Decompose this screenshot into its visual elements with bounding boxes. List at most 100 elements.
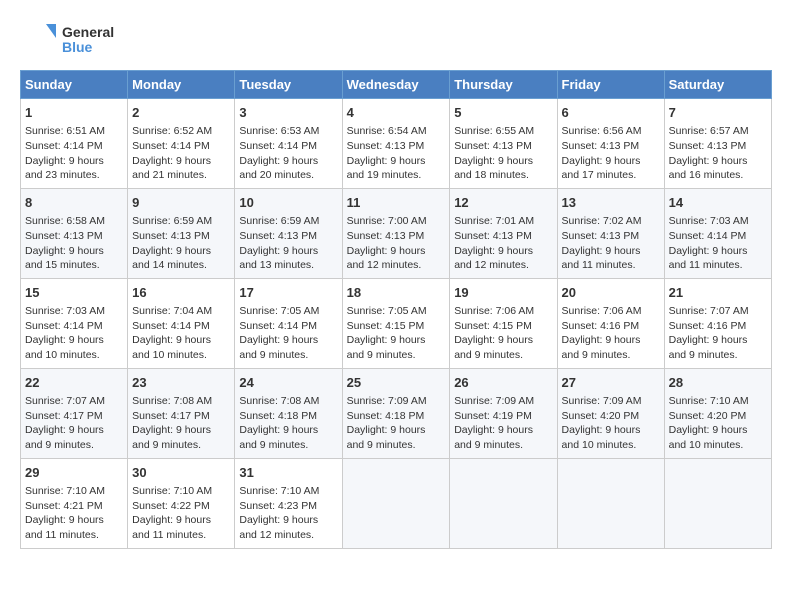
weekday-header-tuesday: Tuesday: [235, 71, 342, 99]
calendar-cell: 7 Sunrise: 6:57 AMSunset: 4:13 PMDaylight…: [664, 99, 771, 189]
logo-line1: General: [62, 25, 114, 40]
day-info: Sunrise: 7:10 AMSunset: 4:23 PMDaylight:…: [239, 484, 337, 543]
day-info: Sunrise: 6:59 AMSunset: 4:13 PMDaylight:…: [239, 214, 337, 273]
day-info: Sunrise: 7:00 AMSunset: 4:13 PMDaylight:…: [347, 214, 446, 273]
day-info: Sunrise: 6:57 AMSunset: 4:13 PMDaylight:…: [669, 124, 767, 183]
logo-container: General Blue: [20, 20, 114, 60]
calendar-week-4: 22 Sunrise: 7:07 AMSunset: 4:17 PMDayligh…: [21, 368, 772, 458]
day-info: Sunrise: 7:10 AMSunset: 4:21 PMDaylight:…: [25, 484, 123, 543]
day-number: 18: [347, 284, 446, 302]
day-info: Sunrise: 7:06 AMSunset: 4:15 PMDaylight:…: [454, 304, 552, 363]
day-info: Sunrise: 7:09 AMSunset: 4:19 PMDaylight:…: [454, 394, 552, 453]
calendar-cell: 9Sunrise: 6:59 AMSunset: 4:13 PMDaylight…: [128, 188, 235, 278]
calendar-cell: [664, 458, 771, 548]
day-number: 15: [25, 284, 123, 302]
day-info: Sunrise: 6:56 AMSunset: 4:13 PMDaylight:…: [562, 124, 660, 183]
calendar-cell: 2 Sunrise: 6:52 AMSunset: 4:14 PMDaylight…: [128, 99, 235, 189]
day-number: 5: [454, 104, 552, 122]
calendar-cell: 30 Sunrise: 7:10 AMSunset: 4:22 PMDayligh…: [128, 458, 235, 548]
calendar-week-5: 29 Sunrise: 7:10 AMSunset: 4:21 PMDayligh…: [21, 458, 772, 548]
day-number: 24: [239, 374, 337, 392]
calendar-cell: 24 Sunrise: 7:08 AMSunset: 4:18 PMDayligh…: [235, 368, 342, 458]
day-info: Sunrise: 7:05 AMSunset: 4:14 PMDaylight:…: [239, 304, 337, 363]
calendar-cell: 8Sunrise: 6:58 AMSunset: 4:13 PMDaylight…: [21, 188, 128, 278]
day-info: Sunrise: 6:52 AMSunset: 4:14 PMDaylight:…: [132, 124, 230, 183]
day-info: Sunrise: 7:08 AMSunset: 4:18 PMDaylight:…: [239, 394, 337, 453]
day-number: 20: [562, 284, 660, 302]
calendar-cell: 16 Sunrise: 7:04 AMSunset: 4:14 PMDayligh…: [128, 278, 235, 368]
calendar-header-row: SundayMondayTuesdayWednesdayThursdayFrid…: [21, 71, 772, 99]
calendar-cell: [557, 458, 664, 548]
logo-line2: Blue: [62, 40, 114, 55]
day-number: 3: [239, 104, 337, 122]
day-number: 10: [239, 194, 337, 212]
calendar-cell: 27Sunrise: 7:09 AMSunset: 4:20 PMDayligh…: [557, 368, 664, 458]
calendar-cell: 3 Sunrise: 6:53 AMSunset: 4:14 PMDaylight…: [235, 99, 342, 189]
day-info: Sunrise: 7:10 AMSunset: 4:22 PMDaylight:…: [132, 484, 230, 543]
day-number: 2: [132, 104, 230, 122]
calendar-cell: 12 Sunrise: 7:01 AMSunset: 4:13 PMDayligh…: [450, 188, 557, 278]
day-info: Sunrise: 7:04 AMSunset: 4:14 PMDaylight:…: [132, 304, 230, 363]
day-number: 21: [669, 284, 767, 302]
calendar-cell: 10 Sunrise: 6:59 AMSunset: 4:13 PMDayligh…: [235, 188, 342, 278]
day-info: Sunrise: 7:01 AMSunset: 4:13 PMDaylight:…: [454, 214, 552, 273]
weekday-header-sunday: Sunday: [21, 71, 128, 99]
day-number: 7: [669, 104, 767, 122]
logo-text: General Blue: [62, 25, 114, 56]
day-number: 1: [25, 104, 123, 122]
day-number: 25: [347, 374, 446, 392]
calendar-cell: 21Sunrise: 7:07 AMSunset: 4:16 PMDayligh…: [664, 278, 771, 368]
day-number: 19: [454, 284, 552, 302]
day-number: 22: [25, 374, 123, 392]
day-info: Sunrise: 7:10 AMSunset: 4:20 PMDaylight:…: [669, 394, 767, 453]
day-number: 28: [669, 374, 767, 392]
logo-graphic: [20, 20, 60, 60]
calendar-cell: 28 Sunrise: 7:10 AMSunset: 4:20 PMDayligh…: [664, 368, 771, 458]
calendar-cell: 1Sunrise: 6:51 AMSunset: 4:14 PMDaylight…: [21, 99, 128, 189]
day-number: 14: [669, 194, 767, 212]
day-info: Sunrise: 7:08 AMSunset: 4:17 PMDaylight:…: [132, 394, 230, 453]
calendar-table: SundayMondayTuesdayWednesdayThursdayFrid…: [20, 70, 772, 549]
calendar-cell: 26 Sunrise: 7:09 AMSunset: 4:19 PMDayligh…: [450, 368, 557, 458]
weekday-header-thursday: Thursday: [450, 71, 557, 99]
calendar-week-1: 1Sunrise: 6:51 AMSunset: 4:14 PMDaylight…: [21, 99, 772, 189]
calendar-cell: 13Sunrise: 7:02 AMSunset: 4:13 PMDayligh…: [557, 188, 664, 278]
calendar-cell: 11 Sunrise: 7:00 AMSunset: 4:13 PMDayligh…: [342, 188, 450, 278]
calendar-cell: 15Sunrise: 7:03 AMSunset: 4:14 PMDayligh…: [21, 278, 128, 368]
day-number: 16: [132, 284, 230, 302]
calendar-cell: 25Sunrise: 7:09 AMSunset: 4:18 PMDayligh…: [342, 368, 450, 458]
calendar-cell: 31 Sunrise: 7:10 AMSunset: 4:23 PMDayligh…: [235, 458, 342, 548]
calendar-cell: 17 Sunrise: 7:05 AMSunset: 4:14 PMDayligh…: [235, 278, 342, 368]
day-info: Sunrise: 7:05 AMSunset: 4:15 PMDaylight:…: [347, 304, 446, 363]
day-info: Sunrise: 7:07 AMSunset: 4:17 PMDaylight:…: [25, 394, 123, 453]
calendar-cell: 4 Sunrise: 6:54 AMSunset: 4:13 PMDaylight…: [342, 99, 450, 189]
calendar-cell: 5 Sunrise: 6:55 AMSunset: 4:13 PMDaylight…: [450, 99, 557, 189]
day-info: Sunrise: 6:53 AMSunset: 4:14 PMDaylight:…: [239, 124, 337, 183]
calendar-cell: 6 Sunrise: 6:56 AMSunset: 4:13 PMDaylight…: [557, 99, 664, 189]
logo: General Blue: [20, 20, 114, 60]
day-number: 17: [239, 284, 337, 302]
day-number: 23: [132, 374, 230, 392]
calendar-cell: 14 Sunrise: 7:03 AMSunset: 4:14 PMDayligh…: [664, 188, 771, 278]
day-number: 30: [132, 464, 230, 482]
calendar-body: 1Sunrise: 6:51 AMSunset: 4:14 PMDaylight…: [21, 99, 772, 549]
day-number: 6: [562, 104, 660, 122]
day-number: 26: [454, 374, 552, 392]
day-info: Sunrise: 6:55 AMSunset: 4:13 PMDaylight:…: [454, 124, 552, 183]
day-info: Sunrise: 6:59 AMSunset: 4:13 PMDaylight:…: [132, 214, 230, 273]
day-info: Sunrise: 7:03 AMSunset: 4:14 PMDaylight:…: [669, 214, 767, 273]
weekday-header-wednesday: Wednesday: [342, 71, 450, 99]
day-number: 12: [454, 194, 552, 212]
day-number: 4: [347, 104, 446, 122]
calendar-week-3: 15Sunrise: 7:03 AMSunset: 4:14 PMDayligh…: [21, 278, 772, 368]
day-number: 31: [239, 464, 337, 482]
day-info: Sunrise: 6:54 AMSunset: 4:13 PMDaylight:…: [347, 124, 446, 183]
day-number: 11: [347, 194, 446, 212]
day-number: 29: [25, 464, 123, 482]
weekday-header-saturday: Saturday: [664, 71, 771, 99]
day-number: 13: [562, 194, 660, 212]
calendar-cell: 19 Sunrise: 7:06 AMSunset: 4:15 PMDayligh…: [450, 278, 557, 368]
calendar-cell: [450, 458, 557, 548]
day-info: Sunrise: 7:06 AMSunset: 4:16 PMDaylight:…: [562, 304, 660, 363]
weekday-header-friday: Friday: [557, 71, 664, 99]
